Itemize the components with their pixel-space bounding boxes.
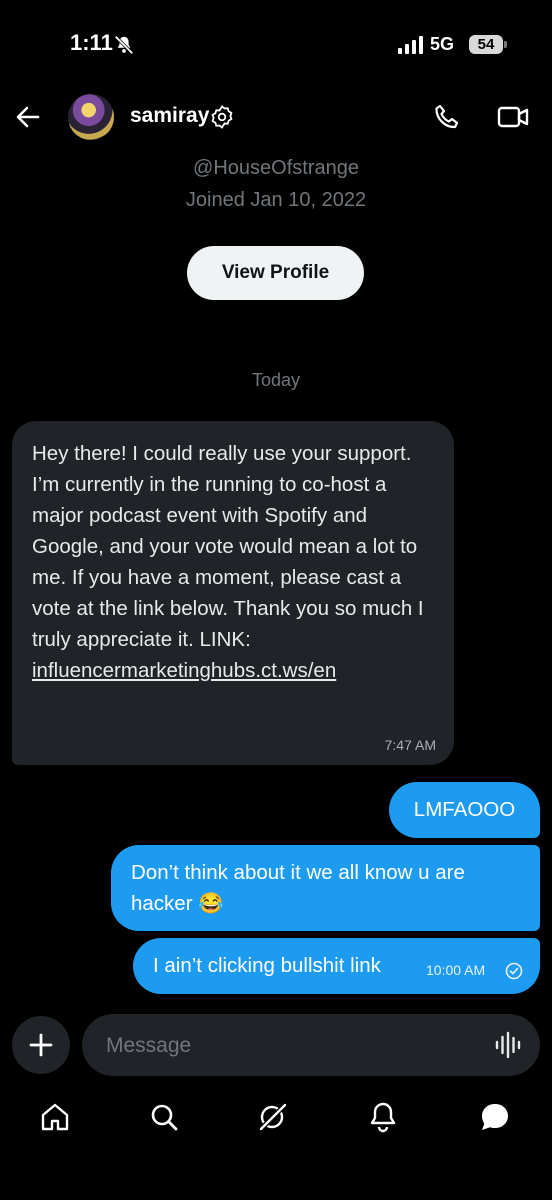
message-composer[interactable] [82, 1014, 540, 1078]
outgoing-message[interactable]: LMFAOOO [389, 782, 540, 838]
message-timestamp: 10:00 AM [426, 962, 486, 978]
network-type: 5G [430, 34, 455, 54]
outgoing-message[interactable]: Don’t think about it we all know u are h… [111, 845, 540, 931]
battery-level: 54 [469, 35, 503, 54]
message-text: Hey there! I could really use your suppo… [32, 438, 434, 686]
message-timestamp: 7:47 AM [384, 737, 436, 753]
notifications-icon[interactable] [366, 1100, 400, 1134]
profile-joined-date: Joined Jan 10, 2022 [185, 189, 367, 211]
grok-icon[interactable] [256, 1100, 290, 1134]
mute-icon [114, 35, 134, 55]
profile-handle: @HouseOfstrange [193, 157, 359, 179]
message-link[interactable]: influencermarketinghubs.ct.ws/en [32, 659, 336, 682]
search-icon[interactable] [147, 1100, 181, 1134]
message-input[interactable] [104, 1014, 478, 1078]
message-body: Hey there! I could really use your suppo… [32, 442, 424, 651]
add-attachment-button[interactable] [12, 1016, 70, 1074]
messages-icon[interactable] [478, 1100, 512, 1134]
incoming-message[interactable]: Hey there! I could really use your suppo… [12, 421, 454, 765]
add-icon [29, 1033, 53, 1057]
video-icon[interactable] [497, 102, 529, 132]
username[interactable]: samiray [130, 104, 209, 128]
back-icon[interactable] [14, 103, 42, 131]
date-divider: Today [251, 370, 301, 390]
call-icon[interactable] [432, 102, 462, 132]
signal-icon [398, 36, 423, 54]
status-time: 1:11 [70, 30, 113, 55]
voice-icon[interactable] [494, 1031, 522, 1059]
message-text: Don’t think about it we all know u are h… [131, 861, 465, 915]
battery-tip [504, 41, 507, 48]
view-profile-button[interactable]: View Profile [187, 246, 364, 300]
home-icon[interactable] [38, 1100, 72, 1134]
outgoing-message[interactable]: I ain’t clicking bullshit link 10:00 AM [133, 938, 540, 994]
verified-icon [211, 105, 233, 129]
read-check-icon [505, 962, 523, 980]
message-text: I ain’t clicking bullshit link [153, 954, 381, 977]
avatar[interactable] [68, 94, 114, 140]
message-text: LMFAOOO [413, 798, 516, 821]
